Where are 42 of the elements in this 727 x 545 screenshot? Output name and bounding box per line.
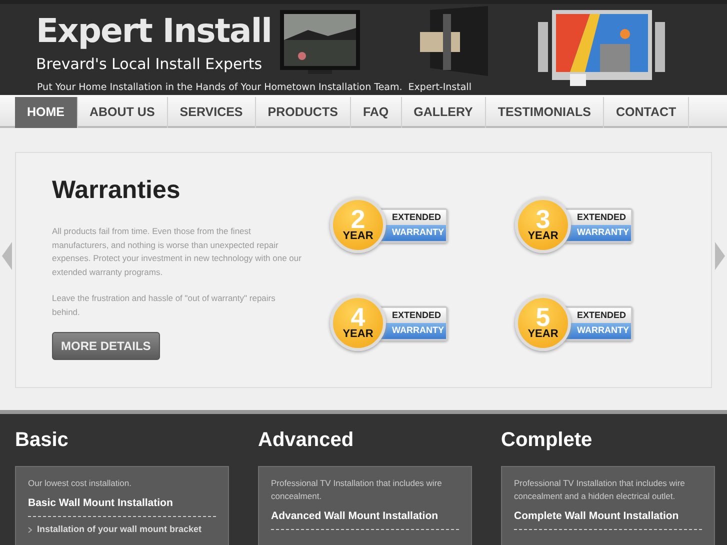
more-details-button[interactable]: MORE DETAILS: [52, 332, 160, 360]
nav-tab[interactable]: GALLERY: [402, 97, 486, 128]
package-heading: Basic: [15, 428, 70, 452]
package-name: Advanced Wall Mount Installation: [271, 509, 459, 530]
seal-number: 4: [350, 306, 366, 330]
seal-number: 3: [536, 208, 550, 232]
nav-tab[interactable]: ABOUT US: [78, 97, 168, 128]
ribbon-text: EXTENDED: [565, 210, 631, 225]
ribbon-text: EXTENDED: [380, 210, 446, 225]
nav-tab[interactable]: HOME: [15, 97, 78, 128]
package-heading: Advanced: [258, 428, 355, 452]
nav-tab[interactable]: TESTIMONIALS: [486, 97, 604, 128]
chevron-icon: [28, 526, 32, 532]
ribbon-text: WARRANTY: [565, 323, 631, 338]
ribbon-text: EXTENDED: [565, 308, 631, 323]
package-heading: Complete: [501, 428, 594, 452]
seal-unit: YEAR: [528, 231, 558, 242]
tagline: Brevard's Local Install Experts: [36, 54, 264, 75]
seal-unit: YEAR: [342, 329, 374, 340]
slide-heading: Warranties: [52, 175, 182, 205]
ribbon-text: WARRANTY: [380, 225, 446, 240]
site-logo[interactable]: Expert Install: [36, 14, 272, 47]
seal-unit: YEAR: [528, 329, 558, 340]
body-text: Leave the frustration and hassle of "out of warranty" repairs behind.: [52, 292, 276, 318]
ribbon-text: WARRANTY: [565, 225, 631, 240]
seal-number: 2: [350, 208, 366, 232]
nav-tab[interactable]: FAQ: [350, 97, 402, 128]
body-text: All products fail from time. Even those from the finest manufacturers, and nothing is worse than unexpected repair expenses. Protect your investment in new technology with one our extended warranty programs.: [52, 225, 302, 279]
feature-item: Installation of your wall mount bracket: [37, 522, 202, 536]
nav-tab[interactable]: SERVICES: [168, 97, 256, 128]
seal-number: 5: [536, 306, 550, 330]
package-description: Professional TV Installation that includes wire concealment and a hidden electrical outlet.: [514, 477, 686, 503]
seal-unit: YEAR: [342, 231, 374, 242]
nav-tab[interactable]: PRODUCTS: [256, 97, 351, 128]
ribbon-text: EXTENDED: [380, 308, 446, 323]
package-name: Complete Wall Mount Installation: [514, 509, 702, 530]
slogan: Put Your Home Installation in the Hands of Your Hometown Installation Team. Expert-Install: [37, 81, 472, 95]
package-description: Professional TV Installation that includes wire concealment.: [271, 477, 443, 503]
ribbon-text: WARRANTY: [380, 323, 446, 338]
package-description: Our lowest cost installation.: [28, 477, 132, 490]
package-name: Basic Wall Mount Installation: [28, 496, 216, 517]
nav-tab[interactable]: CONTACT: [604, 97, 690, 128]
